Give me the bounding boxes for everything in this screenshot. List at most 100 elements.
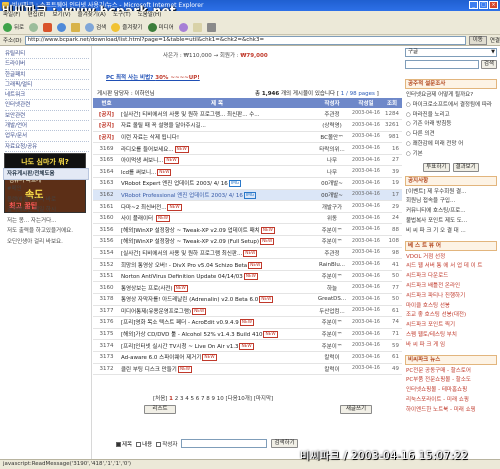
category-item[interactable]: 보안관련: [5, 111, 89, 122]
poll-option[interactable]: ○ 마이크로소프트에서 결정됨에 따라: [406, 101, 496, 111]
best-item[interactable]: 바 씨 파 크 게 임: [406, 341, 496, 351]
table-row[interactable]: 3174 [프리]인터넷 실시간 TV시청 ~ Live On Air v1.3 N…: [93, 339, 402, 352]
notice-item[interactable]: [이벤트] 제 우수회원 결...: [406, 188, 496, 198]
search-button[interactable]: 검색: [85, 22, 106, 32]
menu-view[interactable]: 보기(V): [52, 11, 70, 20]
table-row[interactable]: [공지] [실사건] 티비에서의 사용 및 원하 프로그램... 최신판... 수…: [93, 108, 402, 121]
post-title[interactable]: 희망의 통영상 오버! - DivX Pro v5.04 Schizo Beta…: [120, 258, 314, 271]
free-board-item[interactable]: 오딘인생아 걸리 바보요.: [7, 237, 89, 248]
post-title[interactable]: 사이 플래이터 NEW: [120, 212, 314, 225]
post-author[interactable]: 개발구가: [314, 200, 350, 213]
results-button[interactable]: 결과보기: [452, 162, 479, 172]
post-author[interactable]: 주분이™: [314, 328, 350, 341]
search-opt-author[interactable]: 작성자: [156, 440, 177, 448]
best-item[interactable]: 씨드파크 배틀전 온라인: [406, 282, 496, 292]
post-title[interactable]: [실사건] 티비에서의 사용 및 원하 프로그램... 최신판... 수...: [120, 108, 314, 121]
table-row[interactable]: 3151 Norton AntiVirus Definition Update 0…: [93, 270, 402, 283]
table-row[interactable]: 3172 클린 부팅 디스크 만들기 NEW 칼럭이 2003-04-16 49: [93, 363, 402, 376]
site-search-input[interactable]: [405, 60, 479, 69]
post-title[interactable]: Norton AntiVirus Definition Update 04/14…: [120, 270, 314, 283]
category-item[interactable]: 유틸리티: [5, 49, 89, 60]
table-row[interactable]: 3156 [해외]WinXP 설정향상 ~ Tweak-XP v2.09 (Ful…: [93, 235, 402, 248]
free-board-item[interactable]: 올렛에 들어가서 바로: [7, 195, 89, 206]
forward-button[interactable]: [29, 22, 39, 32]
table-row[interactable]: 3160 사이 플래이터 NEW 위동 2003-04-16 24: [93, 212, 402, 225]
best-item[interactable]: 스펨 웹토/테스팅 부치: [406, 331, 496, 341]
table-row[interactable]: 3156 [해외]WinXP 설정향상 ~ Tweak-XP v2.09 업데이트…: [93, 223, 402, 237]
links-label[interactable]: 연결: [490, 36, 500, 44]
post-title[interactable]: 미디어통제(유용운영프로그램) NEW: [120, 305, 314, 318]
post-title[interactable]: 자료 올릴 때 꼭 설명을 달아주시길...: [120, 119, 314, 132]
post-author[interactable]: 주관정: [314, 108, 350, 121]
post-author[interactable]: GreatDS...: [314, 293, 350, 306]
notice-item[interactable]: 회원님 접속을 구입...: [406, 197, 496, 207]
category-item[interactable]: 자료요청/공유: [5, 142, 89, 152]
table-row[interactable]: 3162 VRobot Professional 엔진 업데이트 2003/ 4/…: [93, 189, 402, 202]
best-item[interactable]: 조교 좋 호스팅 선봉(대전): [406, 311, 496, 321]
best-item[interactable]: 마이클 호스팅 선봉: [406, 302, 496, 312]
poll-option[interactable]: ○ 쾌한감에 미래 전망 어: [406, 140, 496, 150]
post-author[interactable]: 주관정: [314, 247, 350, 260]
post-title[interactable]: 이런 자료는 삭제 됩니다!: [120, 131, 314, 144]
write-button[interactable]: 새글쓰기: [340, 405, 372, 414]
post-title[interactable]: [해외]가상 CD/DVD 툴 - Alcohol 52% v1.4.3 Bui…: [120, 328, 314, 341]
favorites-button[interactable]: 즐겨찾기: [111, 22, 143, 32]
poll-option[interactable]: ○ 마라진을 노리고: [406, 111, 496, 121]
post-title[interactable]: 라디오를 들어보세요... NEW: [120, 142, 314, 155]
print-button[interactable]: [206, 22, 216, 32]
free-board-item[interactable]: #메인: [7, 184, 89, 195]
post-title[interactable]: 클린 부팅 디스크 만들기 NEW: [120, 363, 314, 376]
post-author[interactable]: 칼럭이: [314, 351, 350, 364]
post-author[interactable]: (상력영): [314, 119, 350, 132]
table-row[interactable]: 3173 Ad-aware 6.0 스파이웨어 제거기 NEW 칼럭이 2003-04-…: [93, 351, 402, 364]
post-author[interactable]: 하늘: [314, 281, 350, 294]
table-row[interactable]: 3160 통영상보는 프로(사전) NEW 하늘 2003-04-16 77: [93, 281, 402, 294]
list-button[interactable]: 리스트: [144, 405, 176, 414]
post-author[interactable]: 주분이™: [314, 339, 350, 352]
search-opt-title[interactable]: 제목: [116, 440, 132, 448]
mail-button[interactable]: [192, 22, 202, 32]
post-title[interactable]: [프리]영화 목소 텍스트 페더 - AcroEdit v0.9.4.9 NEW: [120, 316, 314, 329]
search-opt-content[interactable]: 내용: [136, 440, 152, 448]
table-row[interactable]: 3177 미디어통제(유용운영프로그램) NEW 두산업컴... 2003-04-16 6…: [93, 305, 402, 318]
pager-next[interactable]: [다음10개] [마지막]: [225, 396, 273, 402]
post-author[interactable]: 주분이™: [314, 223, 350, 237]
menu-tools[interactable]: 도구(T): [113, 11, 131, 20]
post-author[interactable]: BC몰안™: [314, 131, 350, 144]
post-author[interactable]: 주분이™: [314, 316, 350, 329]
post-title[interactable]: 아이먹생 써보니... NEW: [120, 154, 314, 167]
post-title[interactable]: lcd를 써보니... NEW: [120, 165, 314, 179]
news-item[interactable]: PC부품 전문쇼핑몰 - 할소도: [406, 376, 496, 386]
post-author[interactable]: 00개발~: [314, 177, 350, 190]
post-author[interactable]: 나무: [314, 165, 350, 179]
table-row[interactable]: 3161 다마~2 최신버전... NEW 개발구가 2003-04-16 29: [93, 200, 402, 213]
table-row[interactable]: 3175 [해외]가상 CD/DVD 툴 - Alcohol 52% v1.4.3…: [93, 328, 402, 341]
notice-item[interactable]: 커뮤니티에 호스팅/프로...: [406, 207, 496, 217]
poll-option[interactable]: ○ 다른 의견: [406, 130, 496, 140]
vote-button[interactable]: 투표하기: [423, 162, 450, 172]
news-item[interactable]: 인터넷쇼핑몰 - 테마홈쇼핑: [406, 386, 496, 396]
table-row[interactable]: 3165 아이먹생 써보니... NEW 나무 2003-04-16 27: [93, 154, 402, 167]
best-item[interactable]: 씨드 웹 서버 통 에 서 업 데 이 트: [406, 262, 496, 272]
category-item[interactable]: 개발/언어: [5, 121, 89, 132]
free-board-item[interactable]: 저도 출력을 하고있을거에요.: [7, 226, 89, 237]
news-item[interactable]: 리눅스포라이트 - 미래 쇼핑: [406, 396, 496, 406]
post-title[interactable]: 통영상보는 프로(사전) NEW: [120, 281, 314, 294]
category-item[interactable]: 인터넷관련: [5, 100, 89, 111]
best-item[interactable]: 씨드파크 다운로드: [406, 272, 496, 282]
minimize-button[interactable]: _: [469, 1, 478, 9]
free-board-header[interactable]: 자유게시판/전체도움: [3, 168, 89, 180]
post-title[interactable]: 다마~2 최신버전... NEW: [120, 200, 314, 213]
poll-option[interactable]: ○ 기본: [406, 150, 496, 160]
table-row[interactable]: 3164 lcd를 써보니... NEW 나무 2003-04-16 39: [93, 165, 402, 179]
refresh-button[interactable]: [57, 22, 67, 32]
pager-pages[interactable]: 2 3 4 5 6 7 8 9 10: [173, 396, 225, 402]
free-board-item[interactable]: 저는 몽... 자는거다...: [7, 216, 89, 227]
stop-button[interactable]: [43, 22, 53, 32]
history-button[interactable]: [178, 22, 188, 32]
site-search-button[interactable]: 검색: [480, 60, 497, 69]
news-item[interactable]: 하이엔드한 노트북 - 미래 쇼핑: [406, 406, 496, 416]
post-author[interactable]: 주분이™: [314, 235, 350, 248]
category-item[interactable]: 그래픽/멀티: [5, 80, 89, 91]
search-engine-select[interactable]: 구글: [405, 48, 497, 57]
